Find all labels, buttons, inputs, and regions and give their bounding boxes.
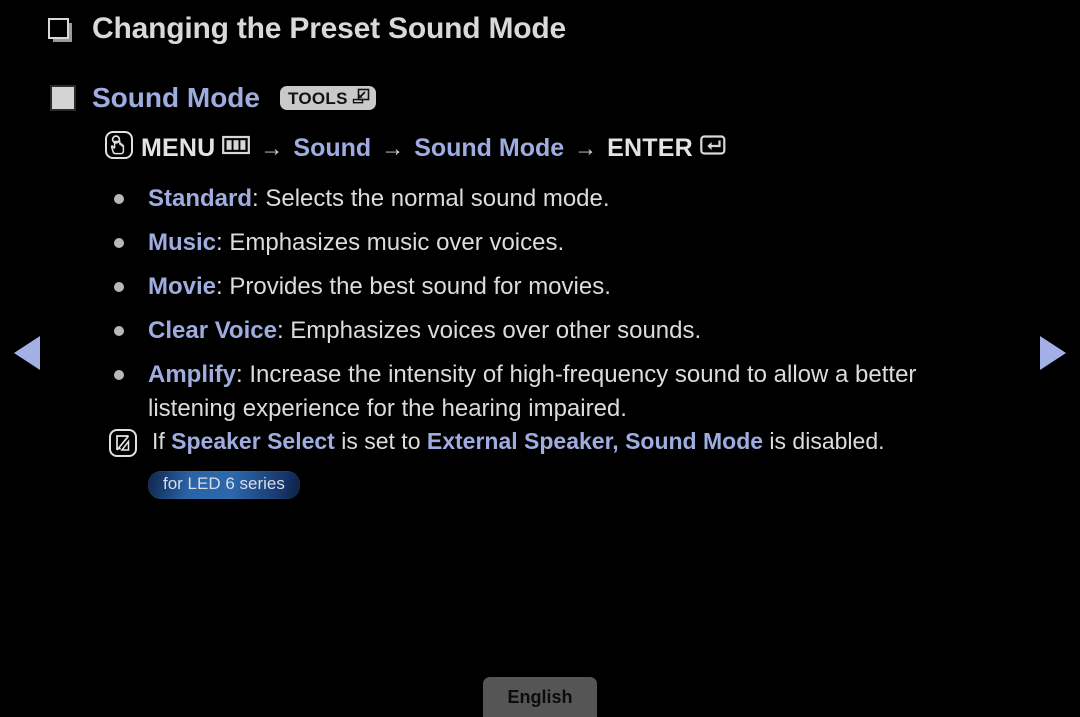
note-middle: is set to bbox=[334, 428, 427, 454]
tools-arrow-icon bbox=[351, 87, 370, 110]
menu-arrow-1: → bbox=[260, 135, 284, 161]
nav-next-arrow-icon[interactable] bbox=[1040, 336, 1066, 370]
note-n-icon bbox=[108, 428, 138, 463]
menu-arrow-3: → bbox=[574, 135, 598, 161]
note-row: If Speaker Select is set to External Spe… bbox=[108, 426, 1028, 463]
nav-previous-arrow-icon[interactable] bbox=[14, 336, 40, 370]
list-item: Amplify: Increase the intensity of high-… bbox=[108, 358, 1008, 426]
option-description: : Provides the best sound for movies. bbox=[216, 273, 611, 301]
option-description: : Selects the normal sound mode. bbox=[252, 185, 610, 212]
bullet-dot-icon bbox=[114, 282, 124, 293]
option-name: Clear Voice bbox=[148, 317, 277, 345]
section-heading: Sound Mode bbox=[92, 82, 260, 113]
touch-hand-icon bbox=[104, 130, 134, 167]
menu-bars-icon bbox=[222, 134, 251, 163]
menu-path-row: MENU → Sound → Sound Mode → ENTER bbox=[104, 130, 730, 167]
option-name: Music bbox=[148, 229, 217, 257]
list-item: Clear Voice: Emphasizes voices over othe… bbox=[108, 314, 1008, 348]
option-description: : Emphasizes music over voices. bbox=[216, 229, 565, 257]
note-text: If Speaker Select is set to External Spe… bbox=[152, 426, 885, 457]
note-prefix: If bbox=[152, 428, 172, 454]
option-text: Music: Emphasizes music over voices. bbox=[148, 226, 1008, 260]
enter-key-icon bbox=[700, 133, 730, 164]
option-name: Standard bbox=[148, 185, 253, 212]
menu-arrow-2: → bbox=[381, 135, 405, 161]
series-badge: for LED 6 series bbox=[148, 471, 300, 499]
stacked-square-icon bbox=[48, 18, 74, 44]
note-suffix: is disabled. bbox=[763, 428, 885, 454]
menu-label: MENU bbox=[141, 134, 216, 162]
list-item: Movie: Provides the best sound for movie… bbox=[108, 270, 1008, 304]
language-button[interactable]: English bbox=[483, 677, 597, 717]
option-name: Movie bbox=[148, 273, 217, 301]
option-text: Movie: Provides the best sound for movie… bbox=[148, 270, 1008, 304]
tools-badge-label: TOOLS bbox=[287, 88, 348, 108]
filled-square-icon bbox=[50, 85, 76, 111]
tools-badge[interactable]: TOOLS bbox=[279, 86, 376, 110]
menu-step-sound-mode: Sound Mode bbox=[414, 134, 565, 162]
bullet-dot-icon bbox=[114, 194, 124, 204]
bullet-dot-icon bbox=[114, 326, 124, 337]
option-description: : Emphasizes voices over other sounds. bbox=[276, 317, 702, 345]
tv-help-screen: Changing the Preset Sound Mode Sound Mod… bbox=[0, 0, 1080, 717]
bullet-dot-icon bbox=[114, 370, 124, 381]
bullet-dot-icon bbox=[114, 238, 124, 249]
option-description: : Increase the intensity of high-frequen… bbox=[148, 361, 917, 423]
section-heading-row: Sound Mode TOOLS bbox=[50, 82, 376, 114]
list-item: Standard: Selects the normal sound mode. bbox=[108, 182, 1008, 216]
option-text: Amplify: Increase the intensity of high-… bbox=[148, 358, 1008, 426]
option-name: Amplify bbox=[148, 361, 237, 389]
option-text: Standard: Selects the normal sound mode. bbox=[148, 182, 1008, 216]
page-title: Changing the Preset Sound Mode bbox=[92, 12, 567, 45]
note-term-speaker-select: Speaker Select bbox=[171, 428, 335, 454]
enter-label: ENTER bbox=[607, 134, 693, 162]
page-title-row: Changing the Preset Sound Mode bbox=[48, 12, 566, 46]
sound-mode-options-list: Standard: Selects the normal sound mode.… bbox=[108, 182, 1008, 436]
option-text: Clear Voice: Emphasizes voices over othe… bbox=[148, 314, 1008, 348]
menu-step-sound: Sound bbox=[293, 134, 372, 162]
list-item: Music: Emphasizes music over voices. bbox=[108, 226, 1008, 260]
note-term-external-speaker: External Speaker, Sound Mode bbox=[426, 428, 764, 454]
